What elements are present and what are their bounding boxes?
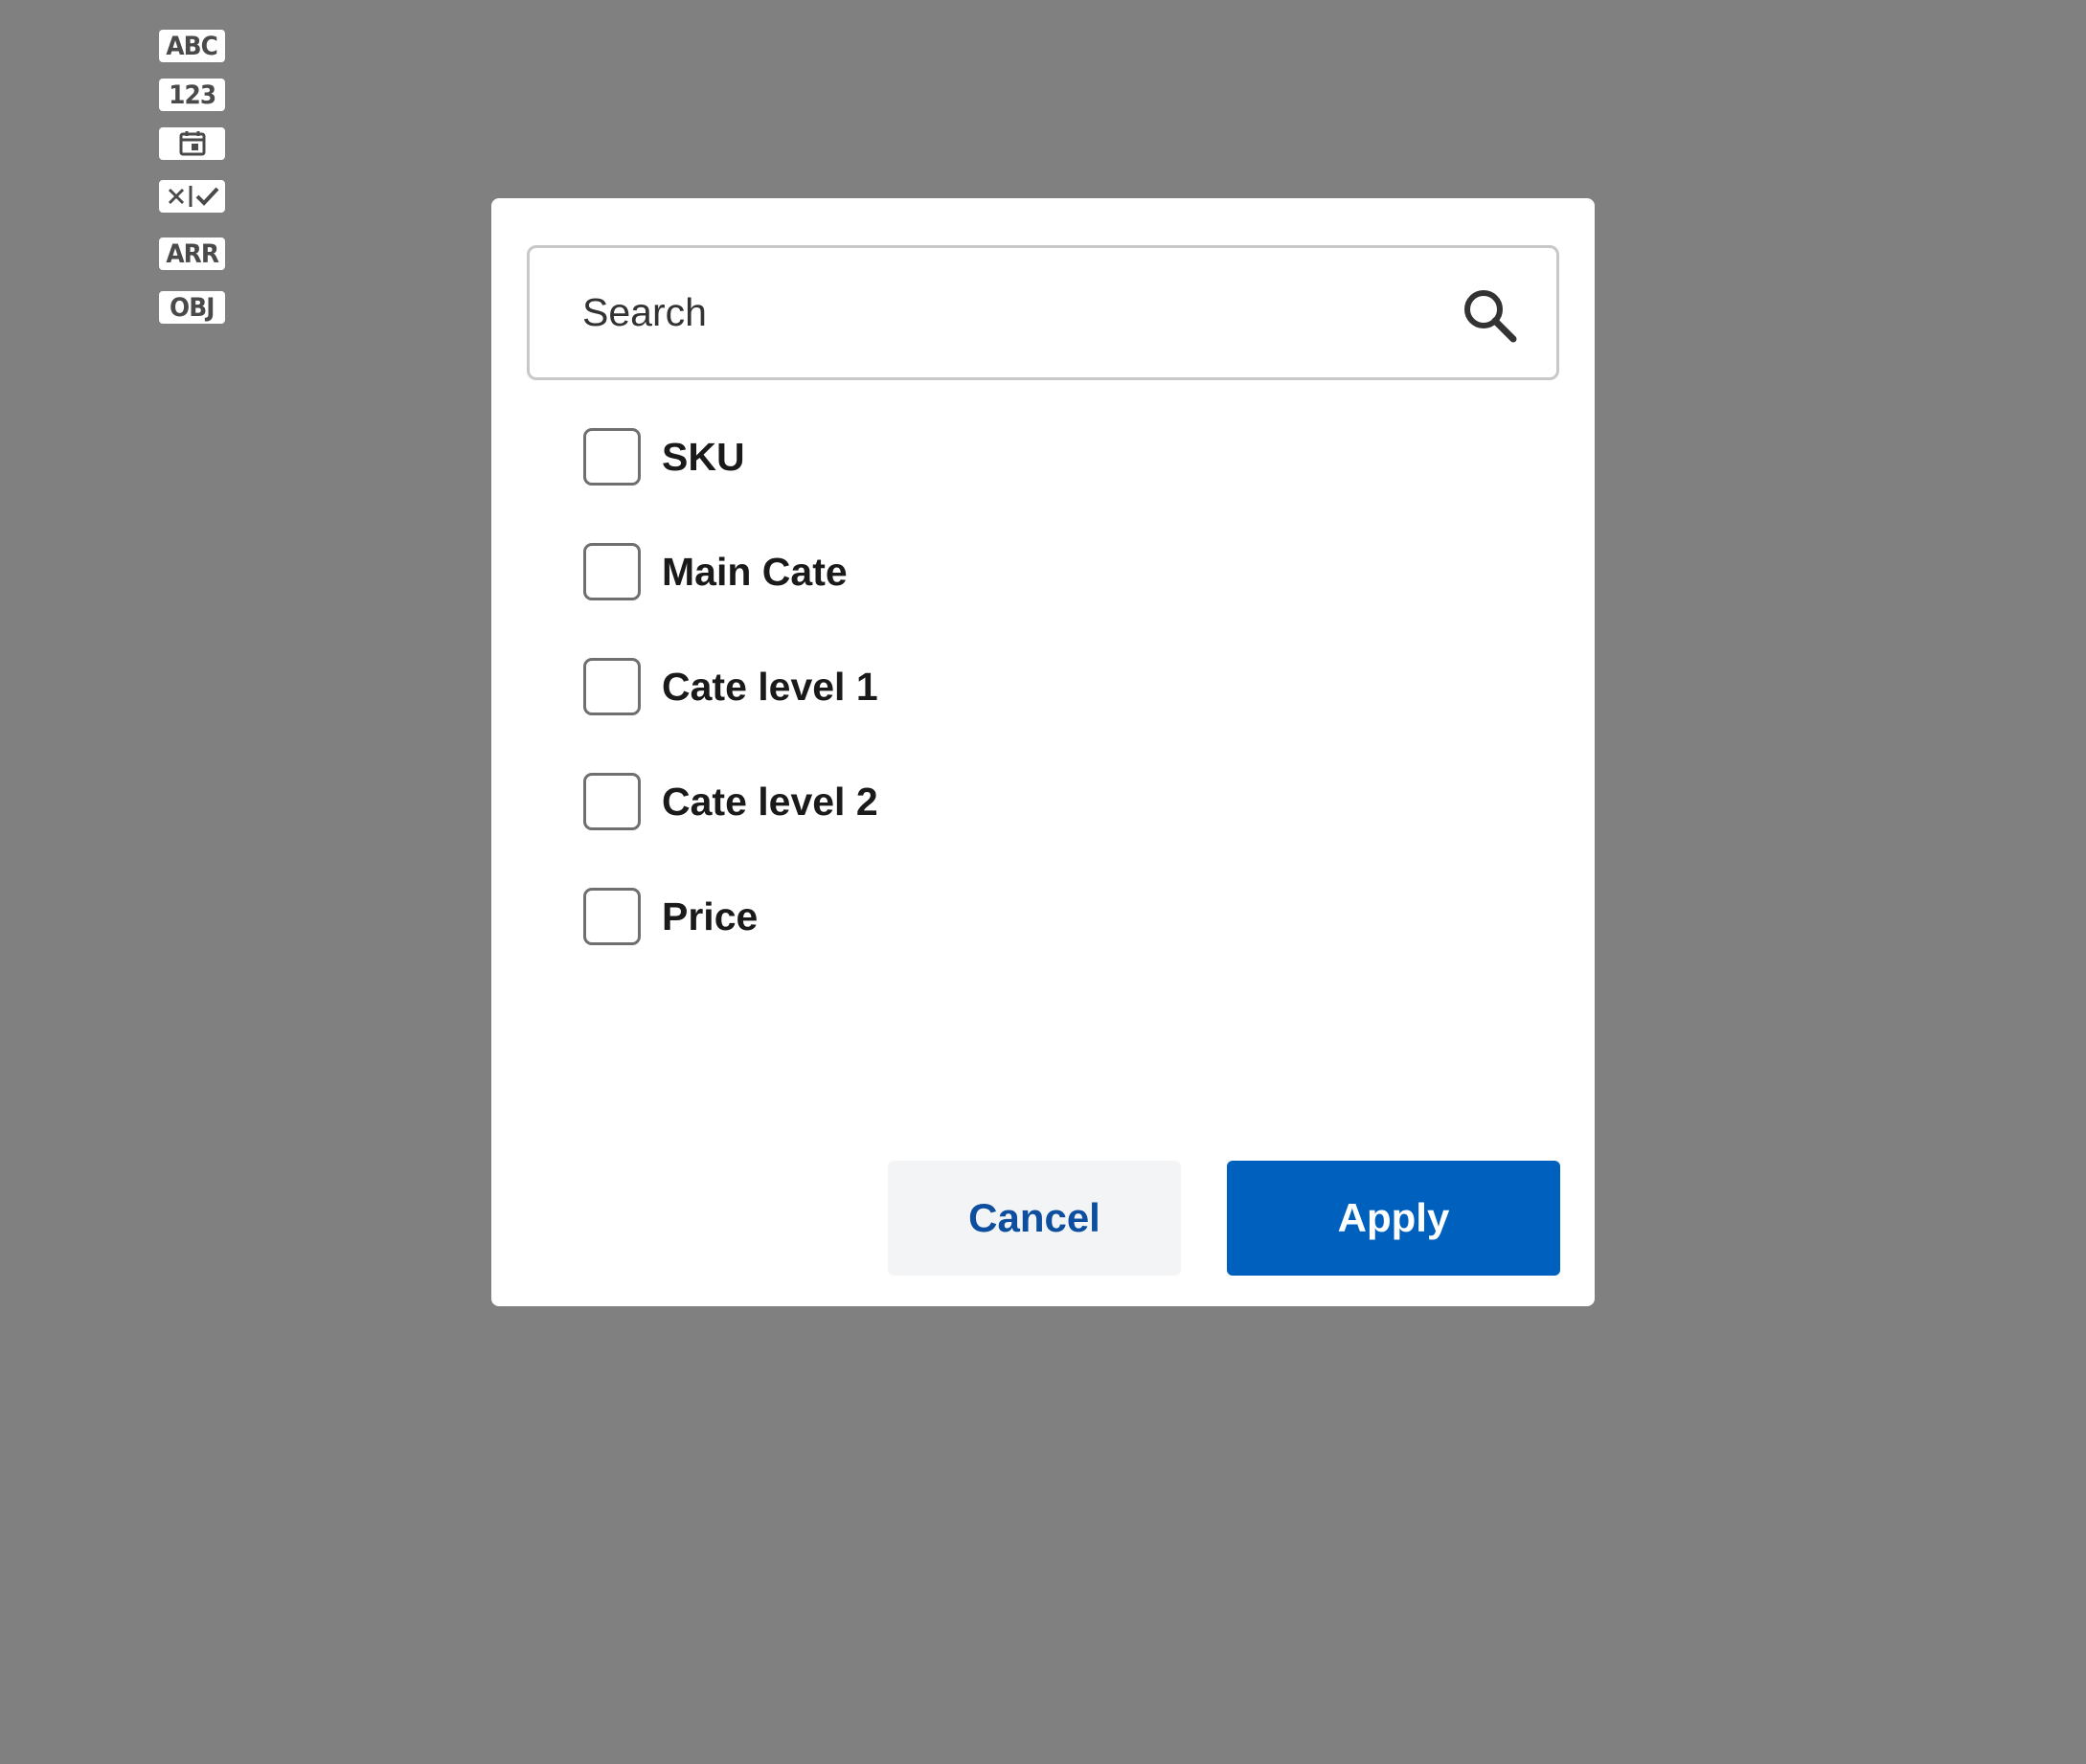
checkbox[interactable] bbox=[583, 658, 641, 715]
calendar-icon bbox=[179, 131, 205, 156]
array-type-icon-label: ARR bbox=[166, 238, 219, 269]
array-type-icon: ARR bbox=[159, 237, 225, 270]
checkbox[interactable] bbox=[583, 773, 641, 830]
x-check-icon bbox=[168, 186, 218, 207]
option-cate-level-1[interactable]: Cate level 1 bbox=[583, 658, 878, 715]
object-type-icon: OBJ bbox=[159, 291, 225, 324]
option-main-cate[interactable]: Main Cate bbox=[583, 543, 848, 600]
apply-button[interactable]: Apply bbox=[1227, 1161, 1560, 1276]
option-label: Main Cate bbox=[662, 549, 848, 594]
boolean-type-icon bbox=[159, 180, 225, 213]
search-icon[interactable] bbox=[1462, 287, 1517, 343]
object-type-icon-label: OBJ bbox=[170, 292, 215, 323]
option-label: Cate level 1 bbox=[662, 664, 878, 709]
option-price[interactable]: Price bbox=[583, 888, 758, 945]
option-label: SKU bbox=[662, 434, 745, 479]
option-label: Price bbox=[662, 893, 759, 939]
checkbox[interactable] bbox=[583, 428, 641, 486]
string-type-icon-label: ABC bbox=[166, 31, 219, 61]
number-type-icon: 123 bbox=[159, 79, 225, 111]
checkbox[interactable] bbox=[583, 888, 641, 945]
search-input[interactable] bbox=[582, 248, 1425, 377]
cancel-button[interactable]: Cancel bbox=[888, 1161, 1181, 1276]
option-sku[interactable]: SKU bbox=[583, 428, 745, 486]
search-box bbox=[527, 245, 1559, 380]
checkbox[interactable] bbox=[583, 543, 641, 600]
number-type-icon-label: 123 bbox=[168, 79, 216, 110]
column-select-dialog: SKU Main Cate Cate level 1 Cate level 2 … bbox=[491, 198, 1595, 1306]
date-type-icon bbox=[159, 127, 225, 160]
option-label: Cate level 2 bbox=[662, 779, 878, 824]
option-cate-level-2[interactable]: Cate level 2 bbox=[583, 773, 878, 830]
string-type-icon: ABC bbox=[159, 30, 225, 62]
